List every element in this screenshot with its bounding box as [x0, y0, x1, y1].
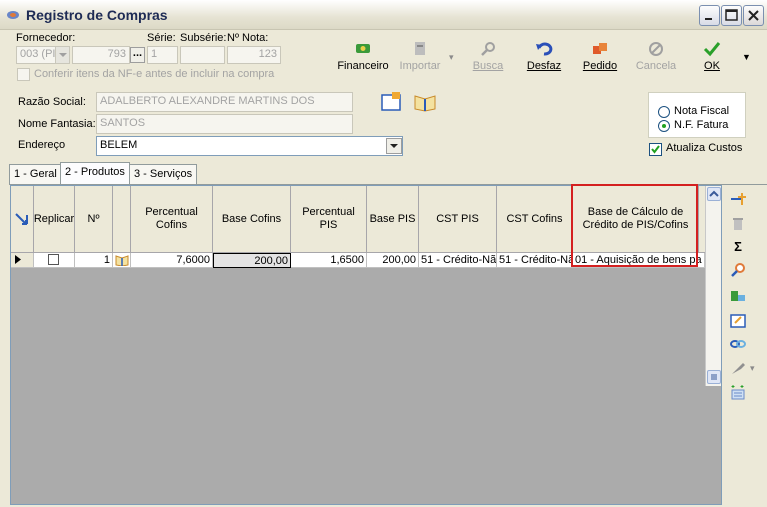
tab-produtos-label: 2 - Produtos — [65, 166, 125, 178]
replicar-header[interactable]: Replicar — [34, 186, 75, 253]
num-header[interactable]: Nº — [75, 186, 113, 253]
atualiza-custos-label: Atualiza Custos — [666, 142, 743, 154]
add-row-icon[interactable] — [729, 190, 747, 208]
ellipsis-button[interactable]: ... — [130, 47, 145, 63]
sum-icon[interactable]: Σ — [729, 238, 747, 256]
subserie-label: Subsérie: — [180, 32, 227, 44]
tab-geral-label: 1 - Geral — [14, 168, 57, 180]
base-cofins-cell[interactable]: 200,00 — [213, 253, 291, 268]
link-icon[interactable] — [729, 335, 747, 353]
vertical-scrollbar[interactable] — [705, 186, 721, 386]
chevron-down-icon[interactable] — [55, 47, 69, 63]
pin-icon[interactable] — [729, 359, 747, 377]
base-pis-header[interactable]: Base PIS — [367, 186, 419, 253]
desfaz-button[interactable]: Desfaz — [524, 40, 564, 72]
row-indicator[interactable] — [11, 253, 34, 268]
nf-fatura-label: N.F. Fatura — [674, 119, 729, 131]
scroll-up-button[interactable] — [707, 187, 721, 201]
perc-cofins-header[interactable]: Percentual Cofins — [131, 186, 213, 253]
nota-label: Nº Nota: — [227, 32, 269, 44]
fornecedor-code-value: 003 (PI — [20, 48, 56, 60]
import-icon — [410, 40, 430, 58]
edit-icon[interactable] — [729, 312, 747, 330]
base-pis-cell[interactable]: 200,00 — [367, 253, 419, 268]
nota-field[interactable]: 123 — [227, 46, 281, 64]
highlight-box — [571, 184, 698, 267]
chevron-down-icon[interactable] — [386, 138, 402, 154]
serie-label: Série: — [147, 32, 176, 44]
window-title: Registro de Compras — [26, 7, 168, 23]
perc-cofins-cell[interactable]: 7,6000 — [131, 253, 213, 268]
checkmark-icon — [702, 40, 722, 58]
pedido-label: Pedido — [582, 60, 618, 72]
endereco-value: BELEM — [100, 139, 138, 151]
financeiro-button[interactable]: Financeiro — [334, 40, 392, 72]
fornecedor-number-field[interactable]: 793 — [72, 46, 130, 64]
cancela-button[interactable]: Cancela — [633, 40, 679, 72]
app-icon — [6, 9, 20, 21]
close-button[interactable] — [743, 5, 764, 26]
subserie-field[interactable] — [180, 46, 225, 64]
sort-column-header[interactable] — [11, 186, 34, 253]
search-icon — [478, 40, 498, 58]
table-row-num: 1 — [75, 253, 113, 268]
money-icon — [353, 40, 373, 58]
ok-label: OK — [704, 60, 720, 72]
nome-fantasia-label: Nome Fantasia: — [18, 118, 96, 130]
maximize-button[interactable] — [721, 5, 742, 26]
perc-pis-cell[interactable]: 1,6500 — [291, 253, 367, 268]
base-cofins-header[interactable]: Base Cofins — [213, 186, 291, 253]
edit-card-icon[interactable] — [381, 92, 403, 112]
tab-servicos-label: 3 - Serviços — [134, 168, 193, 180]
cancel-icon — [646, 40, 666, 58]
cst-cofins-cell[interactable]: 51 - Crédito-Não — [497, 253, 573, 268]
cancela-label: Cancela — [635, 60, 677, 72]
busca-label: Busca — [472, 60, 504, 72]
financeiro-label: Financeiro — [337, 60, 389, 72]
tab-servicos[interactable]: 3 - Serviços — [129, 164, 198, 184]
grid-sparkle-icon[interactable] — [729, 383, 747, 401]
pedido-button[interactable]: Pedido — [580, 40, 620, 72]
tree-icon[interactable] — [729, 287, 747, 305]
fornecedor-label: Fornecedor: — [16, 32, 76, 44]
row-book-icon[interactable] — [113, 253, 131, 268]
sort-icon — [15, 213, 28, 225]
importar-dropdown-icon[interactable]: ▾ — [449, 52, 454, 63]
pin-dropdown-icon[interactable]: ▾ — [750, 363, 755, 374]
perc-pis-header[interactable]: Percentual PIS — [291, 186, 367, 253]
cst-pis-cell[interactable]: 51 - Crédito-Não — [419, 253, 497, 268]
replicar-checkbox[interactable] — [48, 254, 59, 265]
desfaz-label: Desfaz — [526, 60, 562, 72]
busca-button[interactable]: Busca — [468, 40, 508, 72]
tab-produtos[interactable]: 2 - Produtos — [60, 162, 130, 185]
atualiza-custos-checkbox[interactable] — [649, 143, 662, 156]
trash-icon[interactable] — [729, 215, 747, 233]
importar-button[interactable]: Importar — [397, 40, 443, 72]
zoom-icon[interactable] — [729, 261, 747, 279]
importar-label: Importar — [399, 60, 441, 72]
cst-cofins-header[interactable]: CST Cofins — [497, 186, 573, 253]
razao-social-field[interactable]: ADALBERTO ALEXANDRE MARTINS DOS — [96, 92, 353, 112]
serie-field[interactable]: 1 — [147, 46, 178, 64]
nf-fatura-radio[interactable] — [658, 120, 670, 132]
scroll-thumb[interactable] — [707, 370, 721, 384]
conferir-label: Conferir itens da NF-e antes de incluir … — [34, 68, 275, 80]
replicar-cell[interactable] — [34, 253, 75, 268]
nome-fantasia-field[interactable]: SANTOS — [96, 114, 353, 134]
nota-fiscal-radio[interactable] — [658, 106, 670, 118]
more-dropdown-icon[interactable]: ▼ — [742, 52, 751, 62]
minimize-button[interactable] — [699, 5, 720, 26]
order-icon — [590, 40, 610, 58]
book-icon[interactable] — [413, 92, 437, 112]
cst-pis-header[interactable]: CST PIS — [419, 186, 497, 253]
icon-column-header[interactable] — [113, 186, 131, 253]
nota-fiscal-label: Nota Fiscal — [674, 105, 730, 117]
ok-button[interactable]: OK — [698, 40, 726, 72]
endereco-select[interactable]: BELEM — [96, 136, 403, 156]
conferir-checkbox[interactable] — [17, 68, 30, 81]
undo-icon — [534, 40, 554, 58]
razao-social-label: Razão Social: — [18, 96, 86, 108]
tab-geral[interactable]: 1 - Geral — [9, 164, 62, 184]
endereco-label: Endereço — [18, 139, 66, 151]
